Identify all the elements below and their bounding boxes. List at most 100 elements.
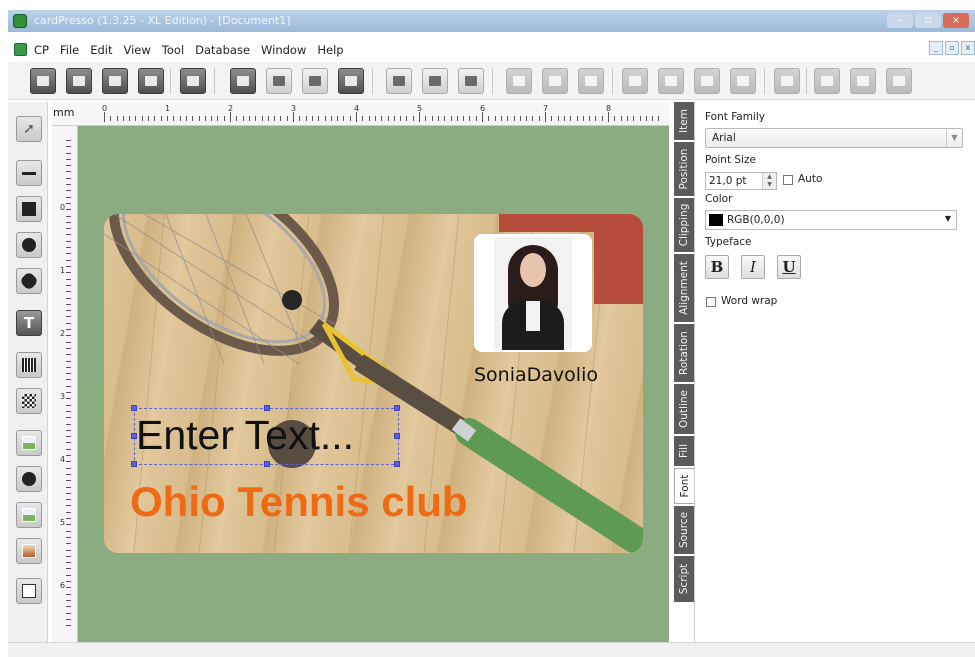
resize-handle[interactable]	[131, 461, 137, 467]
order-backward-button[interactable]	[658, 68, 684, 94]
qrcode-icon	[22, 394, 36, 408]
mdi-restore-button[interactable]: ▫	[945, 41, 959, 55]
encode-button[interactable]	[338, 68, 364, 94]
ruler-label: 5	[60, 518, 66, 527]
photo-icon	[22, 544, 36, 558]
spin-arrows-icon[interactable]: ▲ ▼	[762, 173, 776, 189]
italic-button[interactable]: I	[741, 255, 765, 279]
underline-button[interactable]: U	[777, 255, 801, 279]
menu-edit[interactable]: Edit	[90, 43, 112, 57]
print-button[interactable]	[180, 68, 206, 94]
club-name-text[interactable]: Ohio Tennis club	[130, 478, 468, 526]
zoom-out-button[interactable]	[422, 68, 448, 94]
card[interactable]: SoniaDavolio Enter Text... Ohio Tennis c…	[104, 214, 643, 553]
ruler-label: 4	[60, 455, 66, 464]
minimize-button[interactable]: –	[887, 13, 913, 28]
chevron-down-icon: ▼	[944, 214, 951, 223]
tab-script[interactable]: Script	[674, 556, 694, 602]
card-back-button[interactable]	[266, 68, 292, 94]
title-bar: cardPresso (1.3.25 - XL Edition) - [Docu…	[8, 10, 975, 32]
tab-font[interactable]: Font	[674, 468, 694, 504]
menu-window[interactable]: Window	[261, 43, 306, 57]
tab-position[interactable]: Position	[674, 142, 694, 196]
undo-button[interactable]	[774, 68, 800, 94]
resize-handle[interactable]	[131, 433, 137, 439]
menu-tool[interactable]: Tool	[162, 43, 184, 57]
order-front-button[interactable]	[730, 68, 756, 94]
ellipse-tool[interactable]	[16, 232, 42, 258]
tab-source[interactable]: Source	[674, 506, 694, 554]
tab-alignment[interactable]: Alignment	[674, 254, 694, 322]
open-card-button[interactable]	[66, 68, 92, 94]
print-preview-button[interactable]	[138, 68, 164, 94]
resize-handle[interactable]	[264, 461, 270, 467]
font-family-select[interactable]: Arial ▼	[705, 128, 963, 148]
tab-item[interactable]: Item	[674, 102, 694, 140]
photo-tool[interactable]	[16, 538, 42, 564]
background-icon	[22, 508, 36, 522]
text-icon: T	[23, 314, 35, 332]
color-select[interactable]: RGB(0,0,0) ▼	[705, 210, 957, 230]
property-tabs: Item Position Clipping Alignment Rotatio…	[674, 102, 694, 602]
member-name-text[interactable]: SoniaDavolio	[474, 364, 606, 386]
word-wrap-checkbox[interactable]	[706, 297, 716, 307]
font-family-value: Arial	[712, 132, 736, 144]
maximize-button[interactable]: ▫	[915, 13, 941, 28]
menu-file[interactable]: File	[60, 43, 79, 57]
photo-frame[interactable]	[474, 234, 592, 352]
close-button[interactable]: ×	[943, 13, 969, 28]
image-tool[interactable]	[16, 430, 42, 456]
resize-handle[interactable]	[394, 405, 400, 411]
auto-size-checkbox[interactable]	[783, 175, 793, 185]
card-front-button[interactable]	[230, 68, 256, 94]
status-bar	[8, 642, 975, 657]
ruler-label: 1	[165, 104, 171, 113]
badge-tool[interactable]	[16, 268, 42, 294]
resize-handle[interactable]	[264, 405, 270, 411]
tab-rotation[interactable]: Rotation	[674, 324, 694, 382]
zoom-fit-button[interactable]	[458, 68, 484, 94]
app-icon	[13, 14, 27, 28]
menu-bar: CP File Edit View Tool Database Window H…	[8, 40, 975, 60]
background-tool[interactable]	[16, 502, 42, 528]
selection-box[interactable]	[131, 405, 400, 467]
add-button[interactable]	[814, 68, 840, 94]
align-3-button[interactable]	[578, 68, 604, 94]
menu-cp[interactable]: CP	[34, 43, 49, 57]
qrcode-tool[interactable]	[16, 388, 42, 414]
save-card-button[interactable]	[102, 68, 128, 94]
menu-help[interactable]: Help	[317, 43, 343, 57]
resize-handle[interactable]	[131, 405, 137, 411]
tab-clipping[interactable]: Clipping	[674, 198, 694, 252]
mdi-close-button[interactable]: x	[961, 41, 975, 55]
design-canvas[interactable]: SoniaDavolio Enter Text... Ohio Tennis c…	[78, 126, 669, 642]
select-tool[interactable]: ➚	[16, 116, 42, 142]
order-back-button[interactable]	[622, 68, 648, 94]
resize-handle[interactable]	[394, 433, 400, 439]
order-forward-button[interactable]	[694, 68, 720, 94]
camera-tool[interactable]	[16, 466, 42, 492]
signature-tool[interactable]	[16, 578, 42, 604]
new-card-button[interactable]	[30, 68, 56, 94]
resize-handle[interactable]	[394, 461, 400, 467]
signature-icon	[22, 584, 36, 598]
menu-view[interactable]: View	[124, 43, 151, 57]
ruler-label: 2	[60, 329, 66, 338]
bold-button[interactable]: B	[705, 255, 729, 279]
tab-outline[interactable]: Outline	[674, 384, 694, 434]
align-2-button[interactable]	[542, 68, 568, 94]
rectangle-tool[interactable]	[16, 196, 42, 222]
zoom-in-button[interactable]	[386, 68, 412, 94]
tab-fill[interactable]: Fill	[674, 436, 694, 466]
point-size-spinbox[interactable]: 21,0 pt ▲ ▼	[705, 172, 777, 190]
database-button[interactable]	[302, 68, 328, 94]
text-tool[interactable]: T	[16, 310, 42, 336]
remove-button[interactable]	[850, 68, 876, 94]
align-1-button[interactable]	[506, 68, 532, 94]
line-tool[interactable]	[16, 160, 42, 186]
check-button[interactable]	[886, 68, 912, 94]
barcode-tool[interactable]	[16, 352, 42, 378]
mdi-minimize-button[interactable]: _	[929, 41, 943, 55]
cp-menu-icon[interactable]	[14, 43, 27, 56]
menu-database[interactable]: Database	[195, 43, 250, 57]
